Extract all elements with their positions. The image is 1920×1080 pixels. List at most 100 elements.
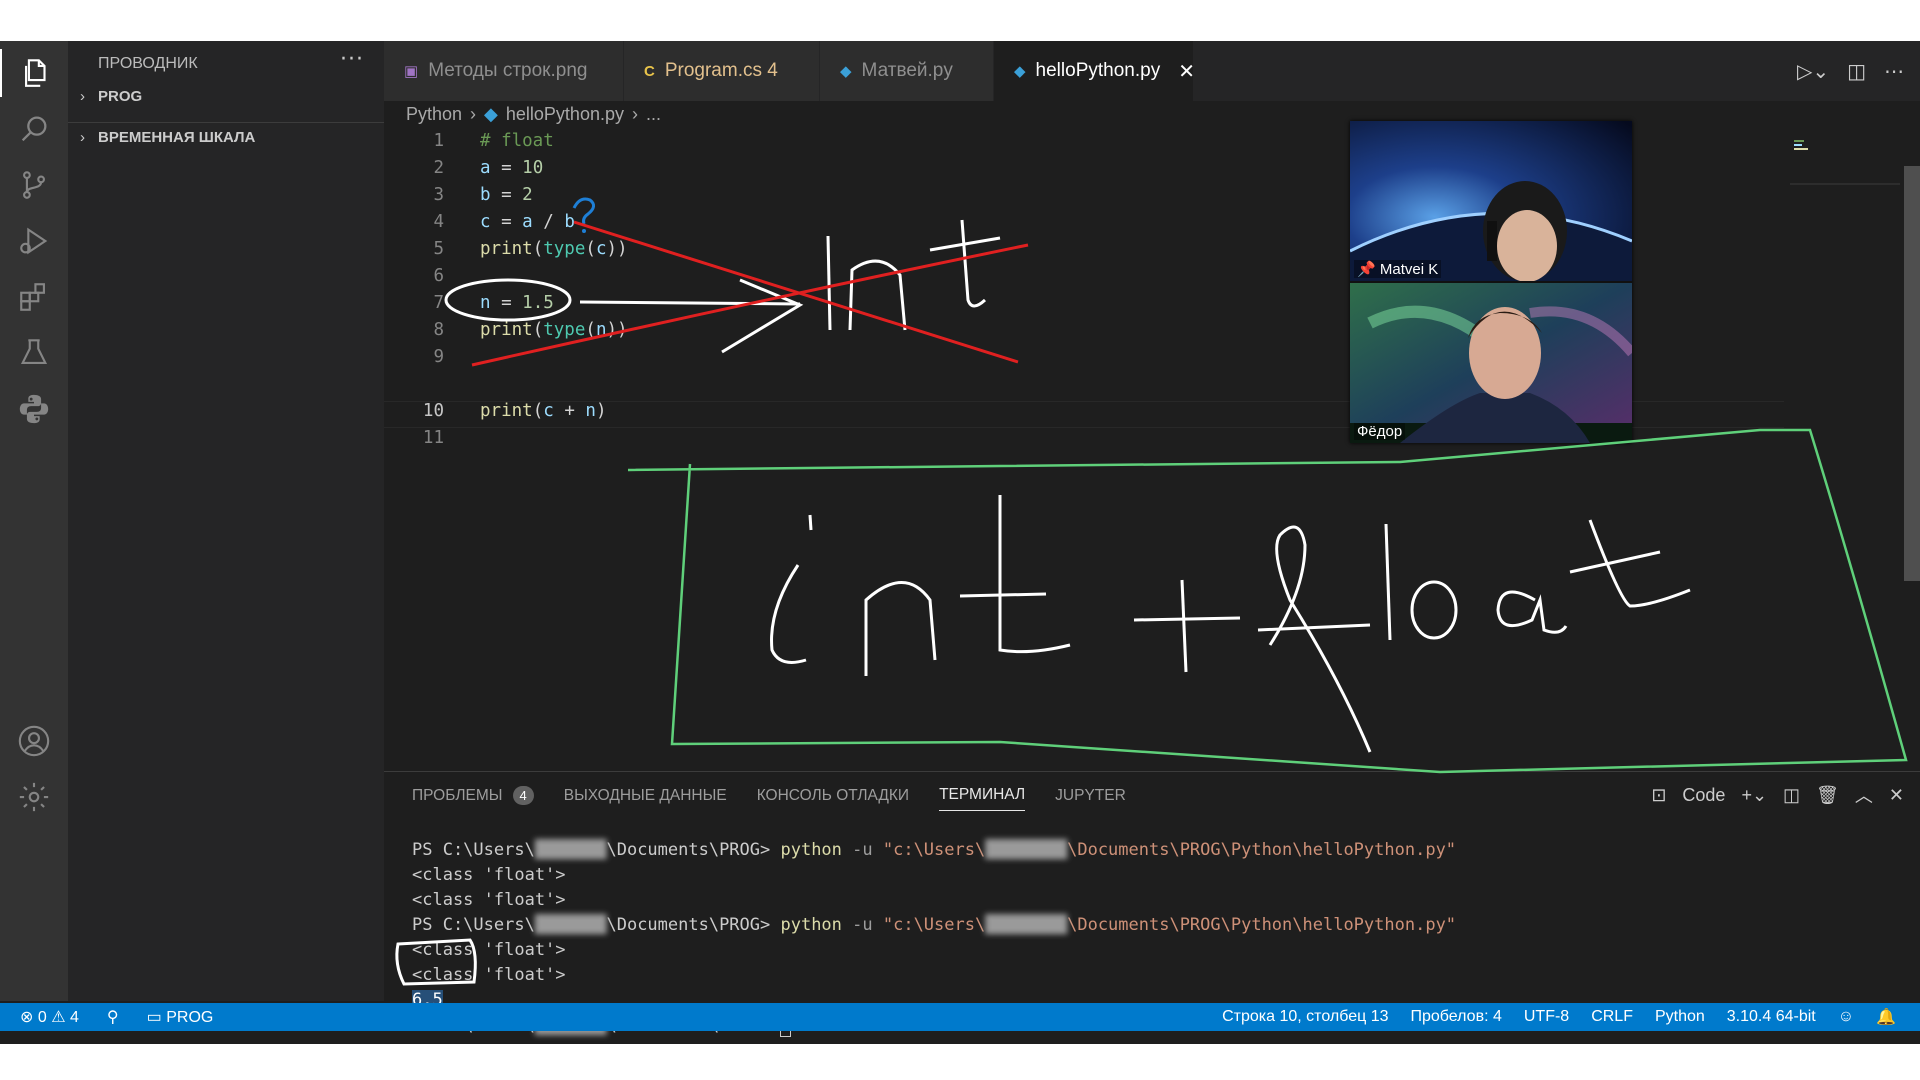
- tab-hellopython-py[interactable]: ◆ helloPython.py ✕: [994, 41, 1195, 101]
- minimap[interactable]: [1790, 133, 1900, 185]
- redacted-username: ███████: [534, 915, 607, 935]
- line-number: 3: [433, 185, 444, 205]
- explorer-sidebar: ПРОВОДНИК ··· › PROG › ВРЕМЕННАЯ ШКАЛА: [68, 41, 384, 1001]
- problems-status[interactable]: ⊗ 0 ⚠ 4: [20, 1007, 79, 1027]
- breadcrumb: Python › ◆ helloPython.py › ...: [406, 99, 661, 129]
- new-terminal-icon[interactable]: +⌄: [1741, 785, 1767, 806]
- code-editor[interactable]: 1 # float 2 a = 10 3 b = 2 4 c = a / b 5…: [384, 131, 1920, 771]
- settings-gear-icon[interactable]: [10, 773, 58, 821]
- python-file-icon: ◆: [840, 63, 852, 80]
- python-file-icon: ◆: [484, 103, 498, 124]
- explorer-icon[interactable]: [0, 49, 70, 97]
- remote-icon[interactable]: ⚲: [107, 1007, 119, 1027]
- python-interpreter[interactable]: 3.10.4 64-bit: [1727, 1008, 1816, 1026]
- folder-status[interactable]: ▭ PROG: [147, 1007, 214, 1027]
- indentation[interactable]: Пробелов: 4: [1411, 1008, 1502, 1026]
- split-terminal-icon[interactable]: ◫: [1783, 785, 1800, 806]
- editor-tabs: ▣ Методы строк.png C Program.cs 4 ◆ Матв…: [384, 41, 1920, 101]
- line-number: 10: [422, 401, 444, 421]
- tab-matvei-py[interactable]: ◆ Матвей.py: [820, 41, 994, 101]
- tab-terminal[interactable]: ТЕРМИНАЛ: [939, 786, 1026, 811]
- encoding[interactable]: UTF-8: [1524, 1008, 1569, 1026]
- status-left: ⊗ 0 ⚠ 4 ⚲ ▭ PROG: [20, 1007, 213, 1027]
- tab-debug-console[interactable]: КОНСОЛЬ ОТЛАДКИ: [757, 786, 909, 811]
- feedback-icon[interactable]: ☺: [1838, 1008, 1854, 1026]
- section-timeline[interactable]: › ВРЕМЕННАЯ ШКАЛА: [80, 129, 255, 146]
- section-label: ВРЕМЕННАЯ ШКАЛА: [98, 129, 256, 146]
- tab-label: ВЫХОДНЫЕ ДАННЫЕ: [563, 786, 727, 804]
- tab-label: ПРОБЛЕМЫ: [412, 786, 503, 804]
- redacted-username: ████████: [985, 915, 1068, 935]
- sidebar-title: ПРОВОДНИК: [98, 55, 198, 72]
- breadcrumb-file[interactable]: helloPython.py: [506, 104, 624, 125]
- code-text: print(c + n): [480, 401, 607, 421]
- more-actions-icon[interactable]: ···: [340, 47, 364, 72]
- terminal-icon: ⊡: [1651, 784, 1667, 805]
- divider: [68, 122, 384, 123]
- error-icon: ⊗: [20, 1009, 34, 1026]
- participant-video: [1350, 121, 1632, 281]
- tab-label: КОНСОЛЬ ОТЛАДКИ: [756, 786, 910, 804]
- tab-label: Матвей.py: [861, 60, 953, 81]
- warning-icon: ⚠: [51, 1009, 66, 1026]
- run-debug-icon[interactable]: [10, 217, 58, 265]
- pin-icon: 📌: [1357, 261, 1376, 278]
- redacted-username: ████████: [985, 840, 1068, 860]
- close-panel-icon[interactable]: ✕: [1889, 785, 1904, 806]
- maximize-panel-icon[interactable]: ︿: [1855, 782, 1873, 808]
- bottom-panel: ПРОБЛЕМЫ 4 ВЫХОДНЫЕ ДАННЫЕ КОНСОЛЬ ОТЛАД…: [384, 771, 1920, 1042]
- chevron-right-icon: ›: [80, 129, 85, 146]
- status-right: Строка 10, столбец 13 Пробелов: 4 UTF-8 …: [1222, 1007, 1896, 1027]
- problems-count-badge: 4: [512, 786, 534, 805]
- terminal-line: <class 'float'>: [412, 965, 566, 985]
- code-text: n = 1.5: [480, 293, 554, 313]
- vertical-scrollbar[interactable]: [1904, 166, 1920, 581]
- language-mode[interactable]: Python: [1655, 1008, 1705, 1026]
- panel-actions: ⊡ Code +⌄ ◫ 🗑 ︿ ✕: [1651, 782, 1904, 808]
- panel-tabs: ПРОБЛЕМЫ 4 ВЫХОДНЫЕ ДАННЫЕ КОНСОЛЬ ОТЛАД…: [412, 786, 1126, 811]
- line-number: 9: [433, 347, 444, 367]
- notifications-bell-icon[interactable]: 🔔: [1876, 1007, 1896, 1027]
- extensions-icon[interactable]: [10, 273, 58, 321]
- kill-terminal-icon[interactable]: 🗑: [1816, 785, 1839, 806]
- line-ending[interactable]: CRLF: [1591, 1008, 1633, 1026]
- section-prog[interactable]: › PROG: [80, 88, 142, 105]
- activity-bar: [0, 41, 68, 1001]
- close-icon[interactable]: ✕: [1178, 59, 1195, 84]
- line-number: 6: [433, 266, 444, 286]
- tab-methods-png[interactable]: ▣ Методы строк.png: [384, 41, 624, 101]
- tab-label: ТЕРМИНАЛ: [939, 786, 1026, 803]
- csharp-file-icon: C: [644, 62, 655, 80]
- more-actions-icon[interactable]: ⋯: [1884, 59, 1904, 83]
- cursor-position[interactable]: Строка 10, столбец 13: [1222, 1008, 1388, 1026]
- breadcrumb-more[interactable]: ...: [646, 104, 661, 125]
- line-number: 11: [422, 428, 444, 448]
- line-number: 1: [433, 131, 444, 151]
- split-editor-icon[interactable]: ◫: [1847, 59, 1866, 83]
- editor-actions: ▷⌄ ◫ ⋯: [1797, 41, 1920, 101]
- code-text: b = 2: [480, 185, 533, 205]
- account-icon[interactable]: [10, 717, 58, 765]
- code-text: print(type(c)): [480, 239, 628, 259]
- participant-name: Фёдор: [1354, 423, 1406, 440]
- tab-jupyter[interactable]: JUPYTER: [1055, 786, 1126, 811]
- participant-tile[interactable]: Фёдор: [1350, 283, 1632, 443]
- search-icon[interactable]: [10, 105, 58, 153]
- tab-problems[interactable]: ПРОБЛЕМЫ 4: [412, 786, 534, 811]
- terminal-profile-label[interactable]: Code: [1682, 785, 1725, 806]
- line-number: 5: [433, 239, 444, 259]
- breadcrumb-folder[interactable]: Python: [406, 104, 462, 125]
- participant-tile[interactable]: 📌 Matvei K: [1350, 121, 1632, 281]
- source-control-icon[interactable]: [10, 161, 58, 209]
- run-python-file-icon[interactable]: ▷⌄: [1797, 59, 1829, 83]
- testing-icon[interactable]: [10, 329, 58, 377]
- terminal-line: PS C:\Users\███████\Documents\PROG> pyth…: [412, 840, 1457, 860]
- python-icon[interactable]: [10, 385, 58, 433]
- vscode-window: ПРОВОДНИК ··· › PROG › ВРЕМЕННАЯ ШКАЛА ▣ М…: [0, 41, 1920, 1044]
- tab-output[interactable]: ВЫХОДНЫЕ ДАННЫЕ: [564, 786, 727, 811]
- tab-program-cs[interactable]: C Program.cs 4: [624, 41, 820, 101]
- status-bar: ⊗ 0 ⚠ 4 ⚲ ▭ PROG Строка 10, столбец 13 П…: [0, 1003, 1920, 1031]
- tab-label: Методы строк.png: [428, 60, 588, 81]
- folder-icon: ▭: [146, 1009, 162, 1026]
- python-file-icon: ◆: [1014, 63, 1026, 80]
